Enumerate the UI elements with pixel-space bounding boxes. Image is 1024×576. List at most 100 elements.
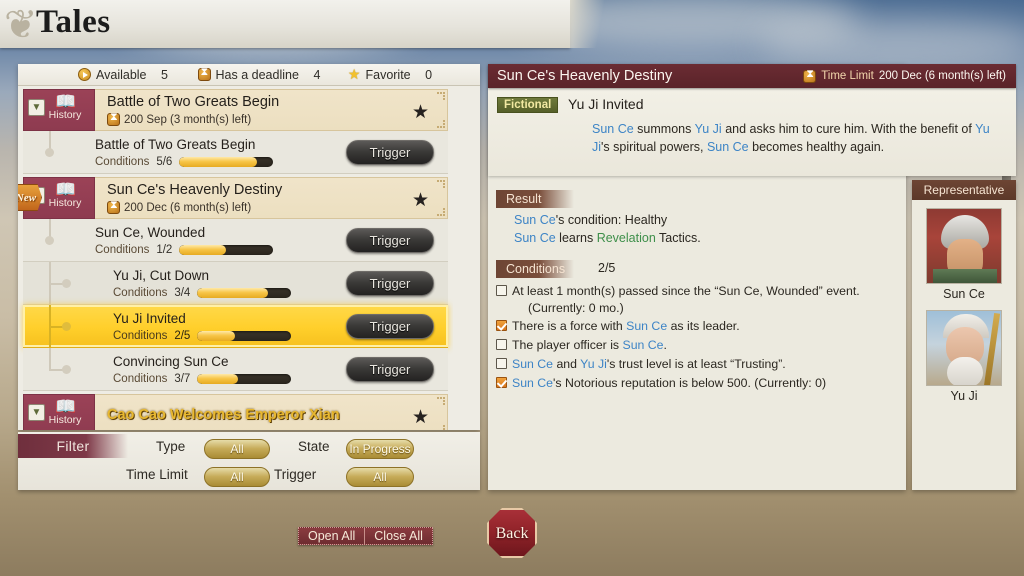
favorite-star-icon[interactable]: ★	[412, 101, 429, 124]
conditions-label: Conditions	[95, 243, 150, 256]
corner-decor	[437, 425, 445, 430]
hourglass-icon	[107, 199, 120, 214]
tale-group-date-text: 200 Sep (3 month(s) left)	[124, 113, 252, 126]
tales-list: Conditions 1/2 Trigger ▼ 📖 History	[18, 86, 453, 430]
close-all-button[interactable]: Close All	[365, 528, 432, 544]
tales-list-viewport[interactable]: Conditions 1/2 Trigger ▼ 📖 History	[18, 86, 453, 430]
text-fragment: There is a force with	[512, 319, 627, 333]
summary-favorite-value: 0	[425, 67, 433, 82]
checkbox-checked-icon	[496, 320, 507, 331]
list-item-texts: Yu Ji Invited Conditions 2/5	[113, 311, 292, 342]
history-tab[interactable]: ▼ 📖 History	[23, 89, 95, 131]
conditions-count: 2/5	[174, 329, 191, 342]
favorite-star-icon[interactable]: ★	[412, 406, 429, 429]
filter-state-label: State	[298, 439, 330, 454]
conditions-count: 3/4	[174, 286, 191, 299]
list-item-selected[interactable]: Yu Ji Invited Conditions 2/5 Trigger	[23, 305, 448, 348]
list-item[interactable]: Convincing Sun Ce Conditions 3/7 Trigger	[23, 348, 448, 391]
back-button[interactable]: Back	[487, 508, 537, 558]
fictional-tag: Fictional	[497, 97, 559, 113]
text-fragment: 's condition: Healthy	[555, 213, 668, 227]
flourish-icon: ❦	[4, 2, 38, 47]
filter-timelimit-button[interactable]: All	[204, 467, 270, 487]
chevron-down-icon[interactable]: ▼	[28, 404, 45, 421]
conditions-count: 3/7	[174, 372, 191, 385]
conditions-list: At least 1 month(s) passed since the “Su…	[496, 282, 896, 393]
tale-group-title: Sun Ce's Heavenly Destiny	[107, 182, 283, 198]
representative-card[interactable]: Sun Ce	[926, 208, 1002, 301]
detail-description-box: Fictional Yu Ji Invited Sun Ce summons Y…	[488, 88, 1016, 176]
condition-item: Sun Ce and Yu Ji's trust level is at lea…	[496, 355, 896, 373]
avatar	[926, 208, 1002, 284]
list-item-title: Sun Ce, Wounded	[95, 224, 206, 240]
chevron-down-icon[interactable]: ▼	[28, 99, 45, 116]
filter-trigger-label: Trigger	[274, 467, 317, 482]
tale-group-title: Battle of Two Greats Begin	[107, 94, 280, 110]
list-item-texts: Yu Ji, Cut Down Conditions 3/4	[113, 268, 292, 299]
list-item-texts: Sun Ce, Wounded Conditions 1/2	[95, 224, 274, 256]
hourglass-icon	[107, 111, 120, 126]
open-close-all-group: Open All Close All	[298, 527, 433, 545]
title-bar: ❦ Tales	[0, 0, 610, 48]
avatar	[926, 310, 1002, 386]
list-item[interactable]: Battle of Two Greats Begin Conditions 5/…	[23, 131, 448, 174]
list-item[interactable]: Sun Ce, Wounded Conditions 1/2 Trigger	[23, 219, 448, 262]
list-item-title: Convincing Sun Ce	[113, 353, 229, 369]
conditions-label: Conditions	[113, 286, 168, 299]
tale-group-header[interactable]: ▼ 📖 History Cao Cao Welcomes Emperor Xia…	[23, 394, 448, 430]
tale-group-header[interactable]: ▼ 📖 History Battle of Two Greats Begin 2…	[23, 89, 448, 131]
filter-type-button[interactable]: All	[204, 439, 270, 459]
officer-name: Sun Ce	[514, 231, 556, 245]
officer-name: Sun Ce	[512, 376, 554, 390]
condition-text: Sun Ce and Yu Ji's trust level is at lea…	[512, 357, 786, 371]
text-fragment: and	[553, 357, 581, 371]
list-item-texts: Battle of Two Greats Begin Conditions 5/…	[95, 137, 274, 168]
tale-group-date: 200 Dec (6 month(s) left)	[107, 199, 447, 214]
filter-trigger-button[interactable]: All	[346, 467, 414, 487]
progress-bar	[179, 244, 274, 255]
trigger-button[interactable]: Trigger	[346, 140, 434, 165]
conditions-count: 5/6	[156, 155, 173, 168]
filter-state-button[interactable]: In Progress	[346, 439, 414, 459]
progress-bar	[179, 156, 274, 167]
new-badge: New	[18, 184, 42, 211]
trigger-button[interactable]: Trigger	[346, 357, 434, 382]
play-circle-icon	[78, 68, 91, 81]
conditions-label: Conditions	[95, 155, 150, 168]
tale-group-header[interactable]: New ▼ 📖 History Sun Ce's Heavenly Destin…	[18, 177, 448, 219]
trigger-button[interactable]: Trigger	[346, 314, 434, 339]
text-fragment: becomes healthy again.	[748, 140, 885, 154]
summary-available: Available 5	[78, 68, 178, 82]
officer-name: Sun Ce	[514, 213, 556, 227]
page-title: Tales	[36, 4, 111, 40]
summary-deadline-value: 4	[313, 67, 321, 82]
representative-card[interactable]: Yu Ji	[926, 310, 1002, 403]
favorite-star-icon[interactable]: ★	[412, 189, 429, 212]
conditions-progress-count: 2/5	[598, 261, 616, 275]
corner-decor	[437, 397, 445, 405]
officer-name: Sun Ce	[512, 357, 554, 371]
officer-name: Sun Ce	[626, 319, 668, 333]
open-all-button[interactable]: Open All	[299, 528, 366, 544]
officer-name: Sun Ce	[622, 338, 664, 352]
star-icon: ★	[347, 66, 361, 82]
filter-panel: Filter Type All State In Progress Time L…	[18, 432, 480, 490]
tale-group-texts: Cao Cao Welcomes Emperor Xian	[107, 407, 447, 424]
history-tab[interactable]: ▼ 📖 History	[23, 394, 95, 430]
summary-available-label: Available	[96, 67, 147, 82]
result-line: Sun Ce's condition: Healthy	[514, 213, 667, 227]
progress-bar	[197, 330, 292, 341]
text-fragment: .	[663, 338, 667, 352]
detail-time-limit: Time Limit 200 Dec (6 month(s) left)	[803, 68, 1006, 83]
summary-deadline-label: Has a deadline	[215, 67, 299, 82]
trigger-button[interactable]: Trigger	[346, 271, 434, 296]
text-fragment: At least 1 month(s) passed since the “Su…	[512, 284, 860, 298]
corner-decor	[437, 180, 445, 188]
progress-bar	[197, 287, 292, 298]
trigger-button[interactable]: Trigger	[346, 228, 434, 253]
tale-group-texts: Battle of Two Greats Begin 200 Sep (3 mo…	[107, 94, 447, 126]
tale-group-date-text: 200 Dec (6 month(s) left)	[124, 201, 252, 214]
list-item[interactable]: Yu Ji, Cut Down Conditions 3/4 Trigger	[23, 262, 448, 305]
checkbox-unchecked-icon	[496, 339, 507, 350]
officer-name: Sun Ce	[706, 140, 749, 154]
